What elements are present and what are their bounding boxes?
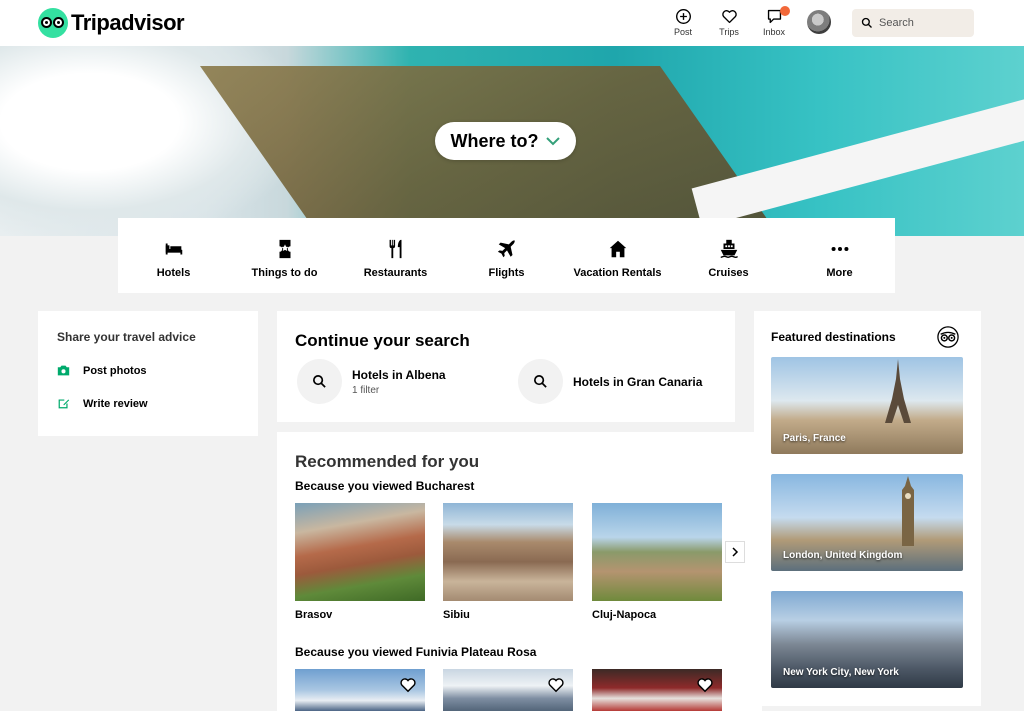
category-label: More xyxy=(826,267,853,279)
tripadvisor-logo[interactable]: Tripadvisor xyxy=(38,8,185,38)
ticket-icon xyxy=(279,239,290,259)
hero-walkway xyxy=(691,84,1024,228)
recommended-subtitle: Because you viewed Funivia Plateau Rosa xyxy=(295,645,537,659)
recommendation-card[interactable] xyxy=(295,669,425,711)
recommendation-sibiu[interactable]: Sibiu xyxy=(443,503,573,621)
carousel-next-button[interactable] xyxy=(725,541,745,563)
destination-london[interactable]: London, United Kingdom xyxy=(771,474,963,571)
plane-icon xyxy=(497,240,515,258)
camera-icon xyxy=(57,365,70,376)
category-label: Restaurants xyxy=(363,267,428,279)
search-box[interactable] xyxy=(852,9,974,37)
plus-circle-icon xyxy=(675,9,691,24)
recommendation-brasov[interactable]: Brasov xyxy=(295,503,425,621)
recent-search-subtitle: 1 filter xyxy=(352,384,380,396)
search-input[interactable] xyxy=(879,17,969,29)
destination-name: London, United Kingdom xyxy=(783,550,903,561)
more-dots-icon xyxy=(831,246,848,252)
recommendation-card[interactable] xyxy=(592,669,722,711)
recommendation-name: Brasov xyxy=(295,609,333,621)
recommendation-cluj-napoca[interactable]: Cluj-Napoca xyxy=(592,503,722,621)
trips-button[interactable]: Trips xyxy=(707,8,751,40)
category-restaurants[interactable]: Restaurants xyxy=(340,218,451,293)
inbox-badge xyxy=(780,6,790,16)
recommended-card: Recommended for you Because you viewed B… xyxy=(277,432,763,711)
write-review-link[interactable]: Write review xyxy=(57,397,148,410)
category-cruises[interactable]: Cruises xyxy=(673,218,784,293)
recommendation-name: Cluj-Napoca xyxy=(592,609,657,621)
continue-title: Continue your search xyxy=(295,331,470,350)
fork-knife-icon xyxy=(389,239,401,259)
ship-icon xyxy=(720,239,738,258)
recent-search-badge xyxy=(297,359,342,404)
recent-search-badge xyxy=(518,359,563,404)
category-hotels[interactable]: Hotels xyxy=(118,218,229,293)
category-more[interactable]: More xyxy=(784,218,895,293)
continue-search-card: Continue your search Hotels in Albena 1 … xyxy=(277,311,735,422)
big-ben-shape xyxy=(902,476,914,546)
search-icon xyxy=(534,375,547,388)
post-photos-label: Post photos xyxy=(83,364,147,377)
post-button[interactable]: Post xyxy=(661,8,705,40)
destination-name: Paris, France xyxy=(783,433,846,444)
logo-text: Tripadvisor xyxy=(71,10,185,35)
featured-title: Featured destinations xyxy=(771,330,896,344)
edit-icon xyxy=(58,399,70,409)
share-advice-card: Share your travel advice Post photos Wri… xyxy=(38,311,258,436)
heart-icon[interactable] xyxy=(399,677,417,693)
category-bar: Hotels Things to do Restaurants Flights … xyxy=(118,218,895,293)
category-vacation-rentals[interactable]: Vacation Rentals xyxy=(562,218,673,293)
destination-name: New York City, New York xyxy=(783,667,899,678)
recommendation-name: Sibiu xyxy=(443,609,470,621)
recent-search-item[interactable]: Hotels in Gran Canaria xyxy=(518,359,702,404)
featured-destinations-card: Featured destinations Paris, France Lond… xyxy=(754,311,981,706)
category-things-to-do[interactable]: Things to do xyxy=(229,218,340,293)
write-review-label: Write review xyxy=(83,397,148,410)
heart-icon[interactable] xyxy=(696,677,714,693)
share-title: Share your travel advice xyxy=(57,330,196,344)
where-to-label: Where to? xyxy=(450,130,539,151)
recommended-title: Recommended for you xyxy=(295,452,480,471)
recommended-subtitle: Because you viewed Bucharest xyxy=(295,479,475,493)
top-header: Tripadvisor Post Trips Inbox xyxy=(0,0,1024,46)
destination-new-york[interactable]: New York City, New York xyxy=(771,591,963,688)
post-label: Post xyxy=(673,27,692,37)
trips-label: Trips xyxy=(719,27,739,37)
category-flights[interactable]: Flights xyxy=(451,218,562,293)
inbox-label: Inbox xyxy=(762,27,786,37)
user-avatar[interactable] xyxy=(807,10,831,34)
category-label: Hotels xyxy=(156,267,191,279)
heart-icon[interactable] xyxy=(547,677,565,693)
eiffel-tower-shape xyxy=(885,359,911,423)
category-label: Vacation Rentals xyxy=(573,267,662,279)
search-icon xyxy=(313,375,326,388)
chevron-down-icon xyxy=(545,137,560,146)
category-label: Flights xyxy=(488,267,525,279)
owl-logo-icon xyxy=(38,8,68,38)
where-to-button[interactable]: Where to? xyxy=(435,122,576,160)
recommendation-card[interactable] xyxy=(443,669,573,711)
post-photos-link[interactable]: Post photos xyxy=(57,364,147,377)
chevron-right-icon xyxy=(732,547,739,557)
heart-icon xyxy=(721,10,737,24)
search-icon xyxy=(861,17,872,28)
destination-paris[interactable]: Paris, France xyxy=(771,357,963,454)
bed-icon xyxy=(165,243,182,255)
recent-search-item[interactable]: Hotels in Albena 1 filter xyxy=(297,359,446,404)
category-label: Cruises xyxy=(708,267,749,279)
inbox-button[interactable]: Inbox xyxy=(752,6,796,40)
recent-search-title: Hotels in Gran Canaria xyxy=(573,374,703,389)
recent-search-title: Hotels in Albena xyxy=(352,367,446,382)
owl-logo-icon xyxy=(937,326,959,348)
hero-image: Where to? xyxy=(0,46,1024,236)
category-label: Things to do xyxy=(251,267,318,279)
house-icon xyxy=(609,240,626,258)
